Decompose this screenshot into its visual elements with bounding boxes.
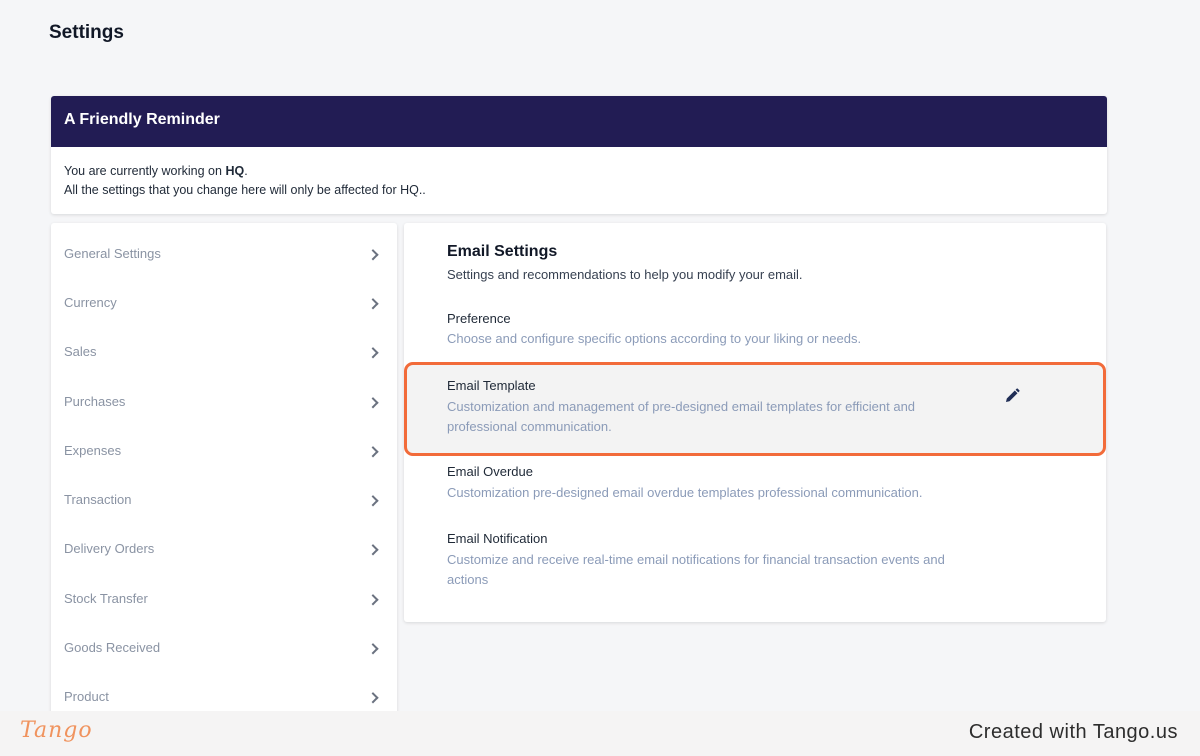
sidebar-item-sales[interactable]: Sales	[51, 327, 397, 376]
option-description: Customization pre-designed email overdue…	[447, 485, 923, 500]
tango-logo: Tango	[20, 718, 93, 743]
pencil-icon[interactable]	[1003, 387, 1021, 405]
settings-page: Settings A Friendly Reminder You are cur…	[0, 0, 1200, 711]
created-with-tango: Created with Tango.us	[968, 721, 1178, 743]
chevron-right-icon	[367, 543, 379, 555]
reminder-heading: A Friendly Reminder	[51, 96, 1107, 147]
reminder-line-2: All the settings that you change here wi…	[64, 183, 426, 197]
settings-sidebar: General Settings Currency Sales Purchase…	[51, 223, 397, 711]
option-email-template[interactable]: Email Template Customization and managem…	[404, 378, 1106, 440]
chevron-right-icon	[367, 642, 379, 654]
tango-footer: Tango Created with Tango.us	[0, 711, 1200, 756]
chevron-right-icon	[367, 445, 379, 457]
chevron-right-icon	[367, 297, 379, 309]
option-email-notification[interactable]: Email Notification Customize and receive…	[404, 531, 1106, 593]
option-title: Preference	[447, 311, 511, 326]
chevron-right-icon	[367, 248, 379, 260]
chevron-right-icon	[367, 346, 379, 358]
email-settings-title: Email Settings	[447, 243, 558, 260]
email-settings-subtitle: Settings and recommendations to help you…	[447, 267, 803, 282]
reminder-line-1: You are currently working on HQ.	[64, 164, 248, 178]
chevron-right-icon	[367, 396, 379, 408]
page-title: Settings	[49, 22, 124, 43]
reminder-body: You are currently working on HQ. All the…	[51, 147, 1107, 200]
option-title: Email Notification	[447, 531, 548, 546]
branch-name: HQ	[225, 164, 245, 178]
sidebar-item-transaction[interactable]: Transaction	[51, 475, 397, 524]
sidebar-item-stock-transfer[interactable]: Stock Transfer	[51, 574, 397, 623]
sidebar-item-expenses[interactable]: Expenses	[51, 426, 397, 475]
sidebar-item-currency[interactable]: Currency	[51, 278, 397, 327]
sidebar-item-product[interactable]: Product	[51, 672, 397, 711]
sidebar-item-general-settings[interactable]: General Settings	[51, 229, 397, 278]
option-description: Customization and management of pre-desi…	[447, 399, 916, 434]
sidebar-item-goods-received[interactable]: Goods Received	[51, 623, 397, 672]
option-email-overdue[interactable]: Email Overdue Customization pre-designed…	[404, 464, 1106, 504]
sidebar-item-delivery-orders[interactable]: Delivery Orders	[51, 524, 397, 573]
sidebar-item-purchases[interactable]: Purchases	[51, 377, 397, 426]
option-description: Choose and configure specific options ac…	[447, 331, 862, 346]
option-title: Email Overdue	[447, 464, 533, 479]
chevron-right-icon	[367, 691, 379, 703]
option-description: Customize and receive real-time email no…	[447, 552, 945, 587]
option-title: Email Template	[447, 378, 536, 393]
option-preference[interactable]: Preference Choose and configure specific…	[404, 311, 1106, 351]
reminder-card: A Friendly Reminder You are currently wo…	[51, 96, 1107, 214]
chevron-right-icon	[367, 494, 379, 506]
chevron-right-icon	[367, 593, 379, 605]
